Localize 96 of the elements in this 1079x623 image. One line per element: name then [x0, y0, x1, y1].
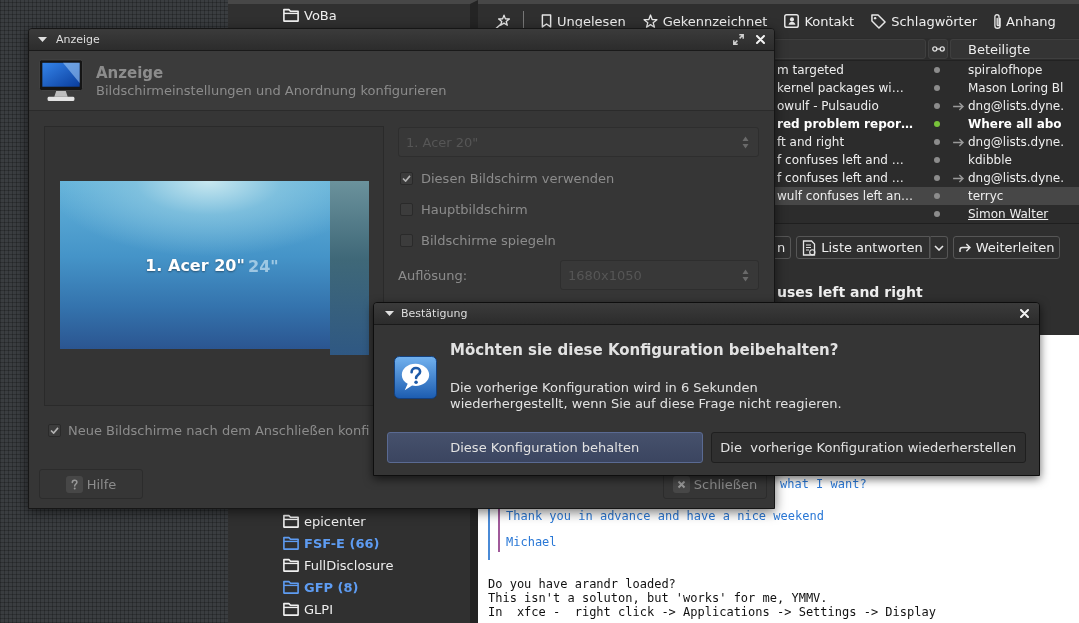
window-title: Bestätigung [401, 307, 468, 320]
correspondent-text: dng@lists.dyne. [968, 171, 1065, 185]
filter-button[interactable]: Anhang [990, 10, 1060, 32]
filter-button[interactable]: Ungelesen [537, 10, 630, 32]
subject-text: wulf confuses left an… [776, 189, 914, 203]
tag-icon [871, 13, 887, 29]
folder-icon [283, 602, 299, 616]
monitor-label: 1. Acer 20" [145, 255, 245, 275]
checkbox-label: Bildschirme spiegeln [421, 232, 556, 248]
correspondent-text: Where all abo [968, 117, 1062, 131]
list-reply-button[interactable]: Liste antworten [796, 236, 930, 259]
paperclip-icon [994, 13, 1001, 29]
folder-item[interactable]: epicenter [228, 510, 470, 532]
subject-text: f confuses left and … [776, 153, 904, 167]
correspondent-text: kdibble [968, 153, 1012, 167]
thread-row[interactable]: kernel packages wi… Mason Loring Bl [774, 79, 1079, 97]
message-text: This isn't a soluton, but 'works' for me, YMMV. [488, 591, 828, 605]
thread-row[interactable]: red problem repor… Where all abo [774, 115, 1079, 133]
thread-row[interactable]: wulf confuses left an… terryc [774, 187, 1079, 205]
maximize-icon[interactable] [733, 34, 744, 45]
dialog-subtitle: Bildschirmeinstellungen und Anordnung konfigurieren [96, 82, 447, 98]
quoted-text: what I want? [780, 477, 867, 491]
column-header[interactable] [928, 39, 948, 59]
message-subject: uses left and right [777, 285, 923, 300]
message-text: In xfce - right click -> Applications -> Settings -> Display [488, 605, 936, 619]
close-icon[interactable] [1020, 309, 1029, 318]
column-header[interactable]: Beteiligte [950, 39, 1079, 59]
arrow-right-icon [958, 242, 971, 253]
window-title: Anzeige [56, 33, 100, 46]
checkbox-label: Hauptbildschirm [421, 201, 528, 217]
monitor-label: 24" [248, 257, 279, 276]
folder-item[interactable]: GFP (8) [228, 576, 470, 598]
message-text: Do you have arandr loaded? [488, 577, 676, 591]
checkbox-label: Neue Bildschirme nach dem Anschließen konfi [68, 422, 370, 438]
monitor-preview[interactable] [60, 181, 330, 349]
folder-icon [283, 536, 299, 550]
folder-icon [283, 514, 299, 528]
thread-row[interactable]: ft and right dng@lists.dyne. [774, 133, 1079, 151]
folder-icon [283, 8, 299, 22]
correspondent-text: Simon Walter [968, 207, 1049, 221]
filter-button[interactable]: Schlagwörter [867, 10, 981, 32]
bookmark-icon [541, 14, 552, 28]
checkmark-icon [50, 426, 59, 434]
thread-row[interactable]: f confuses left and … kdibble [774, 151, 1079, 169]
star-icon [642, 13, 658, 29]
folder-item[interactable]: VoBa [228, 4, 470, 26]
correspondent-text: dng@lists.dyne. [968, 99, 1065, 113]
help-button[interactable]: Hilfe [39, 469, 143, 499]
subject-text: owulf - Pulsaudio [776, 99, 879, 113]
monitor-icon [39, 59, 83, 102]
checkbox-label: Diesen Bildschirm verwenden [421, 170, 615, 186]
document-icon [802, 239, 817, 256]
window-menu-icon[interactable] [38, 37, 47, 42]
up-down-arrows-icon [742, 135, 749, 149]
forward-button[interactable]: Weiterleiten [952, 236, 1061, 259]
dialog-button[interactable]: Die vorherige Konfiguration wiederherstellen [710, 432, 1026, 463]
subject-text: f confuses left and … [776, 171, 904, 185]
checkmark-icon [402, 174, 411, 182]
dialog-button[interactable]: Diese Konfiguration behalten [387, 432, 703, 463]
subject-text: ft and right [776, 135, 845, 149]
subject-text: red problem repor… [776, 117, 913, 131]
quoted-text: Michael [506, 535, 557, 549]
checkbox[interactable] [400, 171, 413, 185]
thread-row[interactable]: f confuses left and … dng@lists.dyne. [774, 169, 1079, 187]
contact-card-icon [784, 14, 800, 28]
filter-button[interactable]: Gekennzeichnet [638, 10, 772, 32]
linked-circles-icon [931, 46, 945, 52]
help-icon [65, 475, 83, 493]
caret-icon [933, 244, 944, 251]
thread-row[interactable]: m targeted spiralofhope [774, 61, 1079, 79]
checkbox[interactable] [48, 423, 61, 437]
correspondent-text: spiralofhope [968, 63, 1043, 77]
quoted-text: Thank you in advance and have a nice weekend [506, 509, 824, 523]
close-icon[interactable] [756, 35, 765, 44]
dialog-message: Die vorherige Konfiguration wird in 6 Sekunden wiederhergestellt, wenn Sie auf diese Frage nicht reagieren. [450, 380, 842, 412]
correspondent-text: dng@lists.dyne. [968, 135, 1065, 149]
subject-text: m targeted [776, 63, 844, 77]
folder-item[interactable]: GLPI [228, 598, 470, 620]
folder-icon [283, 580, 299, 594]
correspondent-text: Mason Loring Bl [968, 81, 1064, 95]
up-down-arrows-icon [742, 268, 749, 282]
dialog-heading: Möchten sie diese Konfiguration beibehalten? [450, 341, 839, 359]
thread-row[interactable]: owulf - Pulsaudio dng@lists.dyne. [774, 97, 1079, 115]
folder-icon [283, 558, 299, 572]
dropdown-button[interactable] [929, 236, 948, 259]
dialog-heading: Anzeige [96, 63, 164, 82]
window-menu-icon[interactable] [385, 311, 394, 316]
question-icon [394, 356, 437, 399]
correspondent-text: terryc [968, 189, 1004, 203]
subject-text: kernel packages wi… [776, 81, 904, 95]
field-label: Auflösung: [398, 267, 469, 283]
folder-item[interactable]: FullDisclosure [228, 554, 470, 576]
filter-button[interactable]: Kontakt [780, 10, 859, 32]
thread-row[interactable]: Simon Walter [774, 205, 1079, 223]
folder-item[interactable]: FSF-E (66) [228, 532, 470, 554]
pinned-star-icon[interactable] [495, 13, 510, 29]
